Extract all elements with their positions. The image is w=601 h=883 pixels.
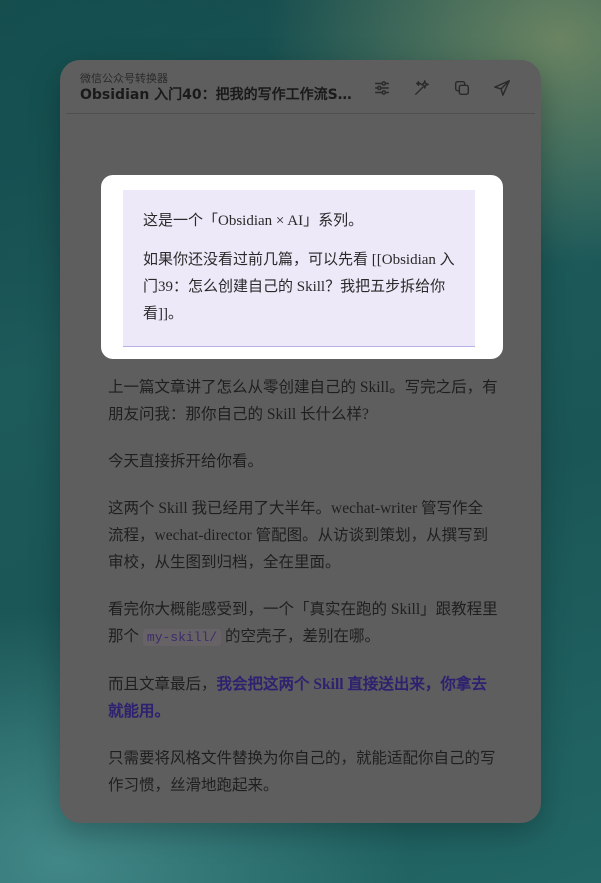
copy-icon bbox=[454, 80, 470, 96]
article-paragraph-1: 上一篇文章讲了怎么从零创建自己的 Skill。写完之后，有朋友问我：那你自己的 … bbox=[108, 379, 498, 423]
paragraph-5-text: 而且文章最后， bbox=[108, 676, 217, 693]
series-callout: 这是一个「Obsidian × AI」系列。 如果你还没看过前几篇，可以先看 [… bbox=[123, 190, 475, 347]
ai-format-button[interactable] bbox=[408, 74, 436, 102]
send-icon bbox=[494, 80, 510, 96]
send-button[interactable] bbox=[488, 74, 516, 102]
header-divider bbox=[66, 113, 535, 114]
article-paragraph-4: 看完你大概能感受到，一个「真实在跑的 Skill」跟教程里那个 my-skill… bbox=[108, 596, 498, 651]
article-paragraph-2: 今天直接拆开给你看。 bbox=[108, 453, 264, 470]
converter-panel: 微信公众号转换器 Obsidian 入门40：把我的写作工作流Skill... bbox=[60, 60, 541, 823]
article-paragraph-3: 这两个 Skill 我已经用了大半年。wechat-writer 管写作全流程，… bbox=[108, 500, 489, 571]
document-title: Obsidian 入门40：把我的写作工作流Skill... bbox=[80, 87, 355, 103]
callout-highlight-card: 这是一个「Obsidian × AI」系列。 如果你还没看过前几篇，可以先看 [… bbox=[101, 175, 503, 359]
inline-code: my-skill/ bbox=[142, 629, 222, 646]
sparkle-icon bbox=[415, 80, 429, 95]
article-paragraph-5: 而且文章最后，我会把这两个 Skill 直接送出来，你拿去就能用。 bbox=[108, 671, 498, 725]
sliders-icon bbox=[374, 81, 390, 95]
callout-line-2: 如果你还没看过前几篇，可以先看 [[Obsidian 入门39：怎么创建自己的 … bbox=[143, 252, 455, 322]
settings-button[interactable] bbox=[368, 74, 396, 102]
article-content: 上一篇文章讲了怎么从零创建自己的 Skill。写完之后，有朋友问我：那你自己的 … bbox=[108, 374, 498, 819]
panel-header: 微信公众号转换器 Obsidian 入门40：把我的写作工作流Skill... bbox=[60, 60, 541, 114]
article-paragraph-6: 只需要将风格文件替换为你自己的，就能适配你自己的写作习惯，丝滑地跑起来。 bbox=[108, 750, 496, 794]
callout-line-1: 这是一个「Obsidian × AI」系列。 bbox=[143, 213, 364, 229]
copy-button[interactable] bbox=[448, 74, 476, 102]
paragraph-4-text-after: 的空壳子，差别在哪。 bbox=[224, 628, 380, 645]
